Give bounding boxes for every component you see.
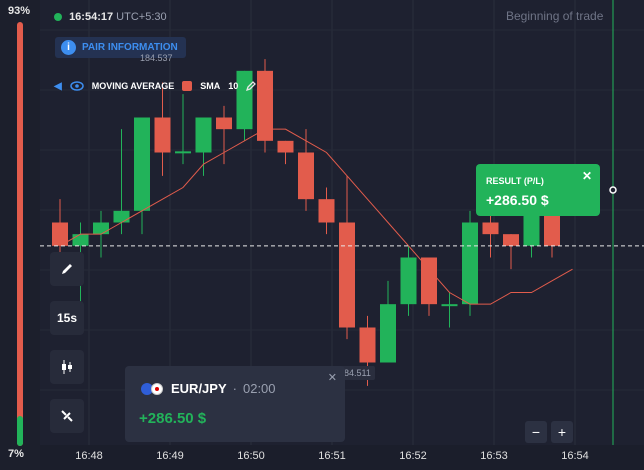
candle-body <box>523 210 540 246</box>
indicator-period: 10 <box>228 81 239 91</box>
satellite-icon <box>61 410 73 422</box>
sentiment-bar <box>17 22 23 446</box>
indicators-button[interactable] <box>50 399 84 433</box>
candle-body <box>441 304 458 307</box>
pencil-icon <box>62 264 72 274</box>
candle-body <box>93 222 109 235</box>
candle-body <box>154 117 171 153</box>
indicator-bar: ◀ MOVING AVERAGE SMA 10 ✕ <box>54 79 274 93</box>
trade-pair: EUR/JPY <box>171 381 227 396</box>
sma-color-swatch[interactable] <box>182 81 193 91</box>
candle-body <box>400 257 417 305</box>
collapse-icon[interactable]: ◀ <box>54 81 62 92</box>
clock: 16:54:17 UTC+5:30 <box>54 11 167 23</box>
zoom-in-button[interactable]: + <box>551 421 573 443</box>
sentiment-panel: 93% 7% <box>0 0 40 470</box>
chart-type-button[interactable] <box>50 350 84 384</box>
candle-body <box>298 152 314 200</box>
sentiment-bottom-percent: 7% <box>8 448 24 460</box>
candle-body <box>134 117 150 211</box>
candle-body <box>544 210 560 246</box>
trade-marker <box>609 186 617 194</box>
draw-tool-button[interactable] <box>50 252 84 286</box>
candle-body <box>421 257 437 305</box>
timeframe-button[interactable]: 15s <box>50 301 84 335</box>
result-popup: RESULT (P/L) ✕ +286.50 $ <box>476 164 600 216</box>
price-tag-low: 84.511 <box>340 366 375 380</box>
trade-duration: 02:00 <box>242 381 276 396</box>
candle-body <box>339 222 355 328</box>
chart-area[interactable]: 16:48 16:49 16:50 16:51 16:52 16:53 16:54 16:5… <box>40 0 644 470</box>
beginning-of-trade-label: Beginning of trade <box>506 9 604 23</box>
trade-header: EUR/JPY · 02:00 <box>141 381 276 396</box>
candle-body <box>72 234 89 246</box>
candle-body <box>503 234 519 246</box>
live-dot <box>54 13 62 22</box>
trade-separator: · <box>232 381 237 396</box>
clock-timezone: UTC+5:30 <box>116 11 167 23</box>
time-axis-label: 16:48 <box>75 450 103 462</box>
candle-body <box>216 117 232 130</box>
result-value: +286.50 $ <box>486 192 549 208</box>
indicator-name: MOVING AVERAGE <box>91 81 175 91</box>
candle-body <box>482 222 499 235</box>
candle-body <box>359 327 376 363</box>
candle-body <box>175 151 191 154</box>
candle-body <box>380 304 396 363</box>
trade-card[interactable]: EUR/JPY · 02:00 ✕ +286.50 $ <box>125 366 345 442</box>
candles-icon <box>62 360 72 374</box>
pencil-icon[interactable] <box>246 81 257 91</box>
close-trade-icon[interactable]: ✕ <box>328 371 337 384</box>
price-tag-high: 184.537 <box>140 53 173 63</box>
close-result-icon[interactable]: ✕ <box>582 169 592 183</box>
zoom-out-button[interactable]: − <box>525 421 547 443</box>
time-axis-label: 16:53 <box>480 450 508 462</box>
candle-body <box>113 210 130 223</box>
time-axis-label: 16:51 <box>318 450 346 462</box>
sentiment-top-percent: 93% <box>8 5 31 17</box>
time-axis-label: 16:50 <box>237 450 265 462</box>
candle-body <box>195 117 212 153</box>
indicator-type: SMA <box>200 81 221 91</box>
currency-flags-icon <box>141 382 165 395</box>
time-axis-label: 16:54 <box>561 450 589 462</box>
time-axis-label: 16:49 <box>156 450 184 462</box>
clock-time: 16:54:17 <box>69 11 114 23</box>
trade-profit: +286.50 $ <box>139 410 207 427</box>
info-icon: i <box>61 40 76 55</box>
result-title: RESULT (P/L) <box>486 176 544 186</box>
eye-icon[interactable] <box>69 81 84 91</box>
candle-body <box>277 140 294 153</box>
candle-body <box>462 222 478 305</box>
candle-body <box>318 199 335 223</box>
remove-indicator-icon[interactable]: ✕ <box>264 79 274 93</box>
sentiment-up-fill <box>17 416 23 446</box>
time-axis-label: 16:52 <box>399 450 427 462</box>
